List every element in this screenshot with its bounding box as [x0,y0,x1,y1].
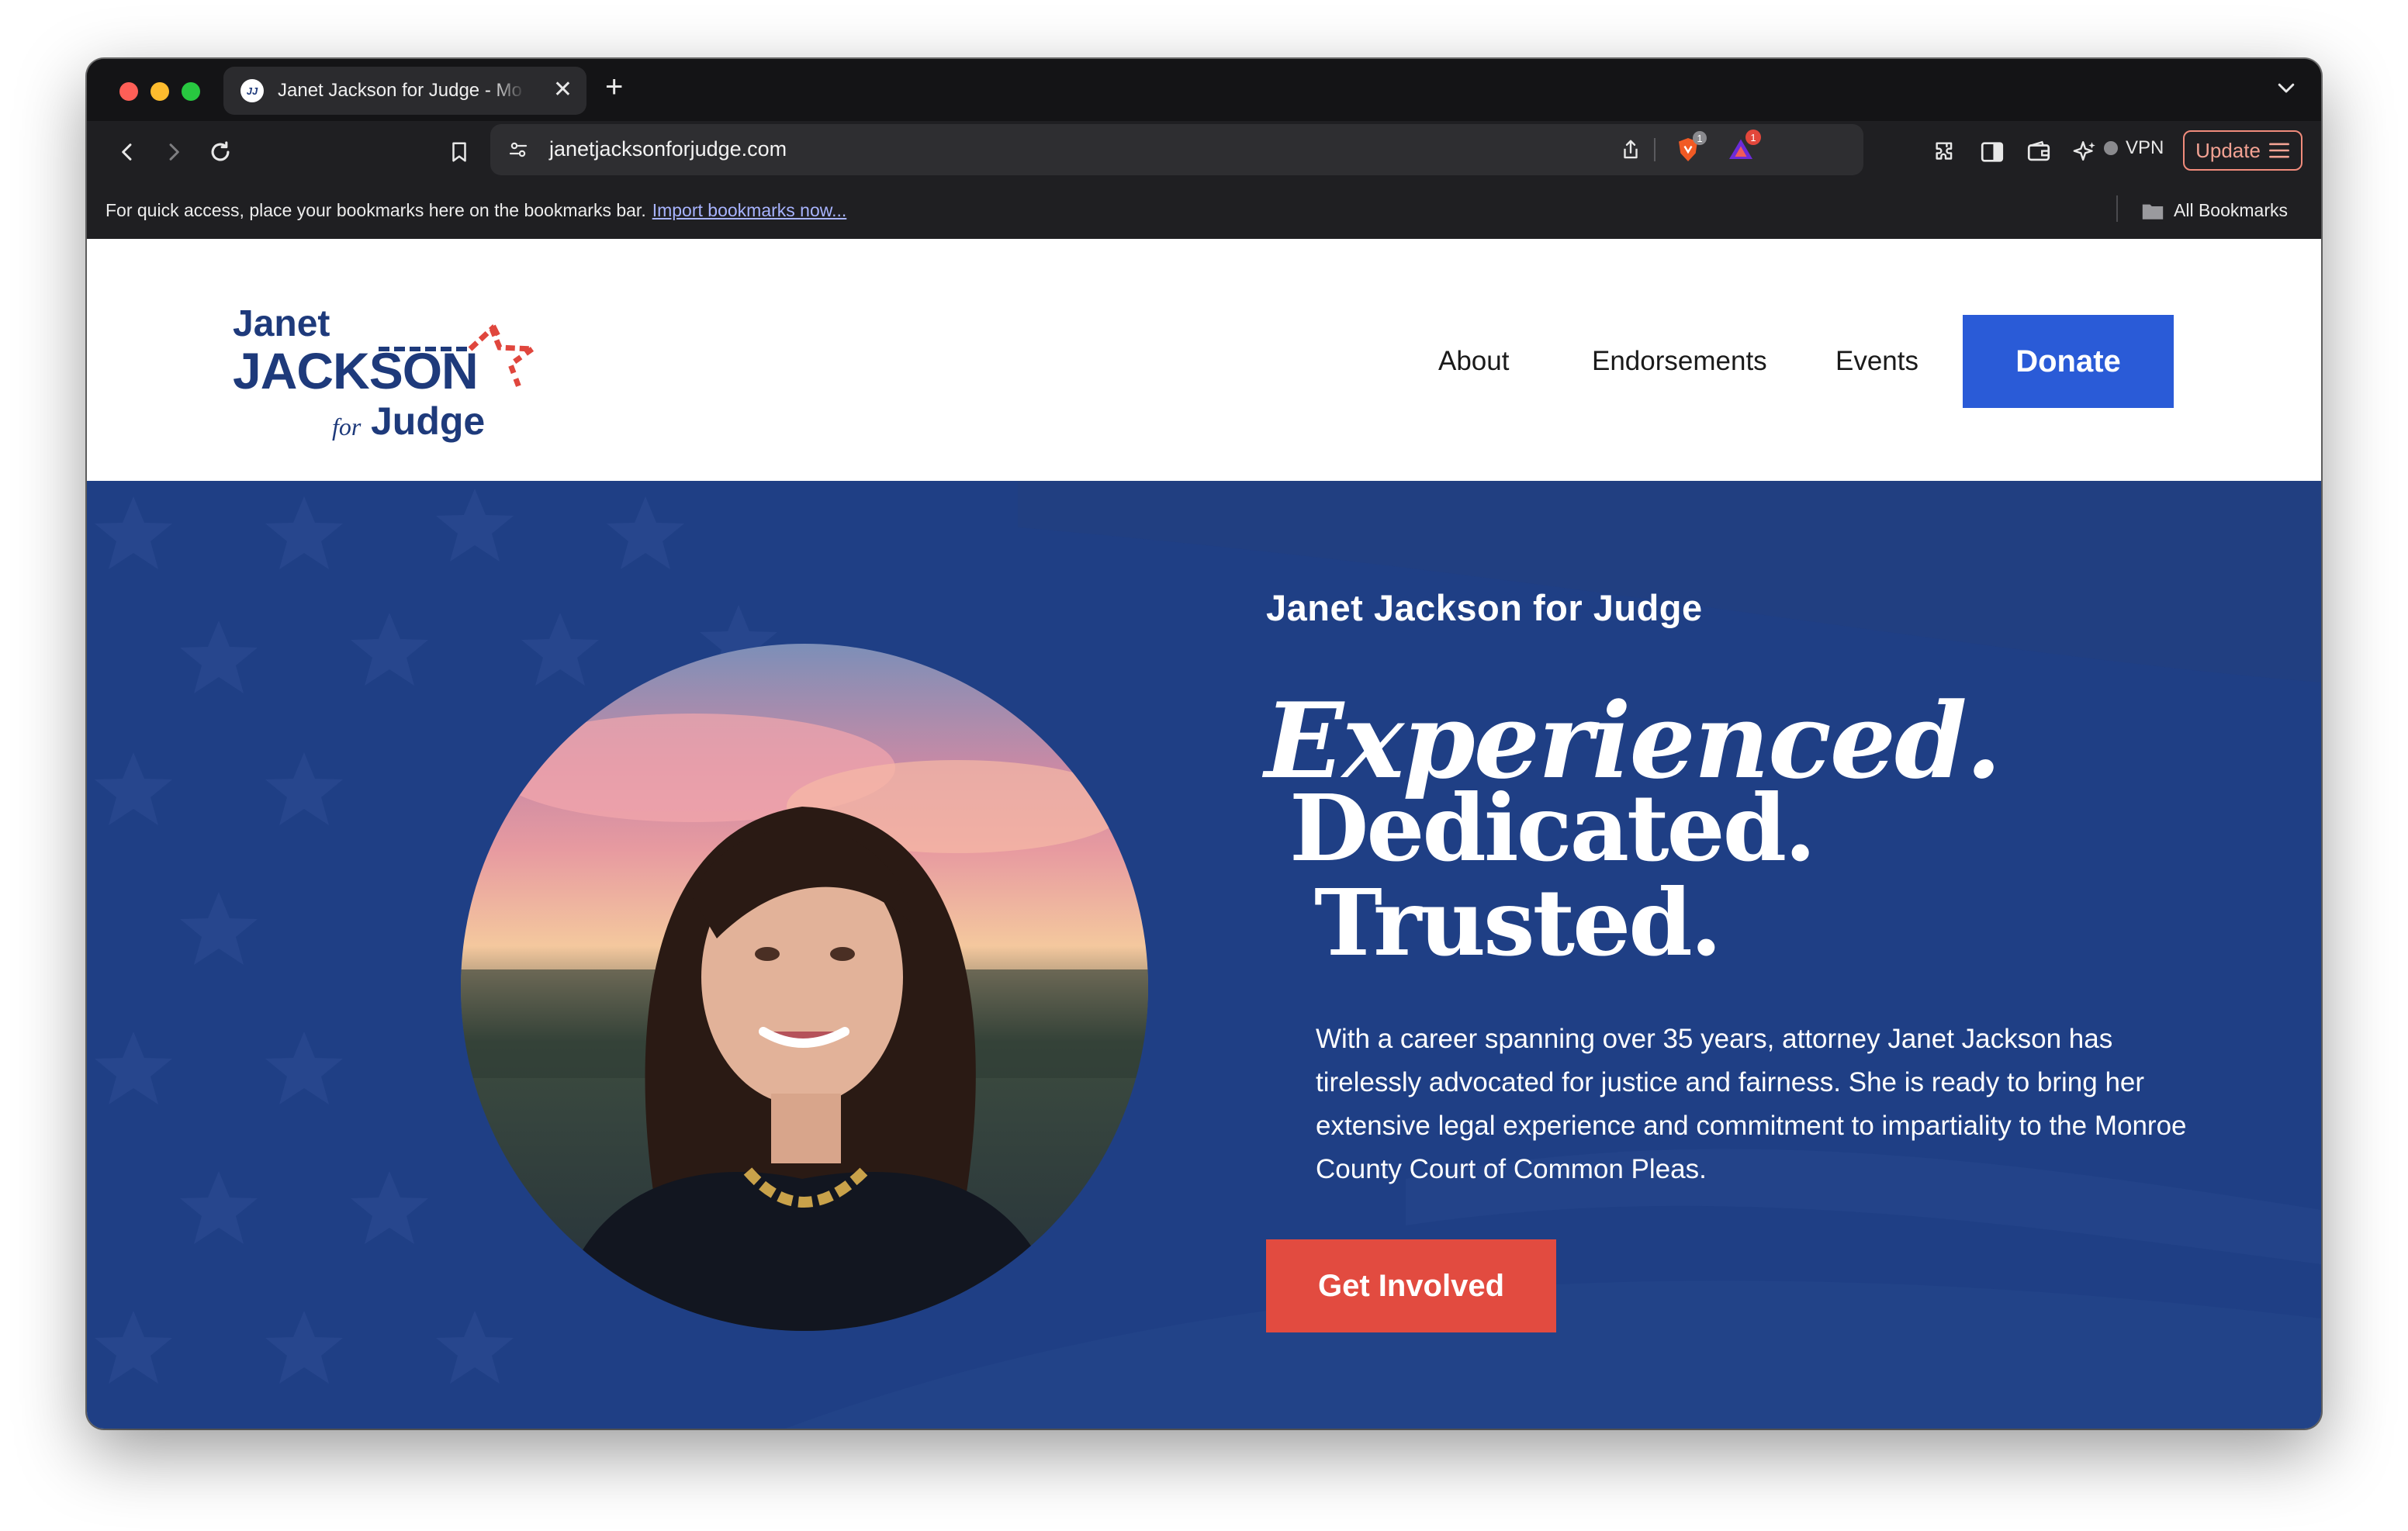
bookmarks-bar: For quick access, place your bookmarks h… [87,185,2321,239]
all-bookmarks-button[interactable]: All Bookmarks [2141,200,2288,221]
headline-dedicated: Dedicated. [1289,774,1816,882]
update-menu-button[interactable]: Update [2183,130,2302,171]
hamburger-menu-icon [2268,143,2289,158]
headline-trusted: Trusted. [1314,869,1722,976]
tab-search-chevron-icon[interactable] [2275,76,2298,103]
tab-strip: JJ Janet Jackson for Judge - Mo ✕ + [87,59,2321,121]
brave-shields-icon[interactable]: 1 [1673,131,1707,165]
tab-title: Janet Jackson for Judge - Mo [278,80,522,101]
campaign-logo[interactable]: Janet JACKSON for Judge [233,285,574,448]
address-bar[interactable]: janetjacksonforjudge.com 1 1 [490,124,1863,175]
logo-for-word: for [332,413,362,441]
get-involved-button[interactable]: Get Involved [1266,1239,1556,1332]
bookmarks-bar-message: For quick access, place your bookmarks h… [106,200,846,221]
shields-count-badge: 1 [1693,131,1707,145]
hero-kicker: Janet Jackson for Judge [1266,587,1703,628]
folder-icon [2142,204,2164,219]
candidate-portrait-image [461,644,1148,1331]
reload-icon[interactable] [205,137,236,168]
import-bookmarks-link[interactable]: Import bookmarks now... [652,200,847,220]
web-page: Janet JACKSON for Judge About Endorsemen… [87,239,2321,1429]
new-tab-button[interactable]: + [605,70,623,104]
donate-button[interactable]: Donate [1963,315,2174,408]
leo-ai-sparkle-icon[interactable] [2070,137,2101,168]
close-tab-icon[interactable]: ✕ [553,78,573,102]
vpn-label: VPN [2126,137,2164,158]
rewards-count-badge: 1 [1745,130,1761,145]
nav-endorsements-link[interactable]: Endorsements [1592,346,1767,377]
flag-background-pattern [95,481,2321,1429]
minimize-window-button[interactable] [150,82,169,101]
maximize-window-button[interactable] [182,82,200,101]
browser-tab-active[interactable]: JJ Janet Jackson for Judge - Mo ✕ [223,67,586,115]
all-bookmarks-label: All Bookmarks [2174,200,2288,220]
logo-star-swoosh-icon [379,324,535,391]
close-window-button[interactable] [119,82,138,101]
hero-section: Janet Jackson for Judge Experienced. Ded… [87,481,2321,1429]
site-favicon-icon: JJ [240,79,264,102]
logo-first-name: Janet [233,303,330,344]
forward-arrow-icon[interactable] [158,137,189,168]
url-text[interactable]: janetjacksonforjudge.com [549,137,787,161]
bookmarks-divider [2116,195,2118,222]
bookmarks-hint-text: For quick access, place your bookmarks h… [106,200,646,220]
browser-window: JJ Janet Jackson for Judge - Mo ✕ + jane… [87,59,2321,1429]
nav-about-link[interactable]: About [1438,346,1509,377]
address-bar-divider [1654,138,1656,161]
back-arrow-icon[interactable] [112,137,143,168]
share-icon[interactable] [1615,134,1646,165]
site-header: Janet JACKSON for Judge About Endorsemen… [87,239,2321,481]
hero-description: With a career spanning over 35 years, at… [1316,1024,2187,1184]
bookmark-icon[interactable] [444,137,475,168]
extensions-puzzle-icon[interactable] [1930,137,1961,168]
nav-events-link[interactable]: Events [1835,346,1918,377]
update-label: Update [2195,138,2261,162]
brave-rewards-icon[interactable]: 1 [1725,130,1761,165]
sidebar-toggle-icon[interactable] [1977,137,2008,168]
site-settings-icon[interactable] [503,134,534,165]
vpn-button[interactable]: VPN [2104,137,2164,159]
vpn-status-icon [2104,141,2118,155]
wallet-icon[interactable] [2023,137,2054,168]
